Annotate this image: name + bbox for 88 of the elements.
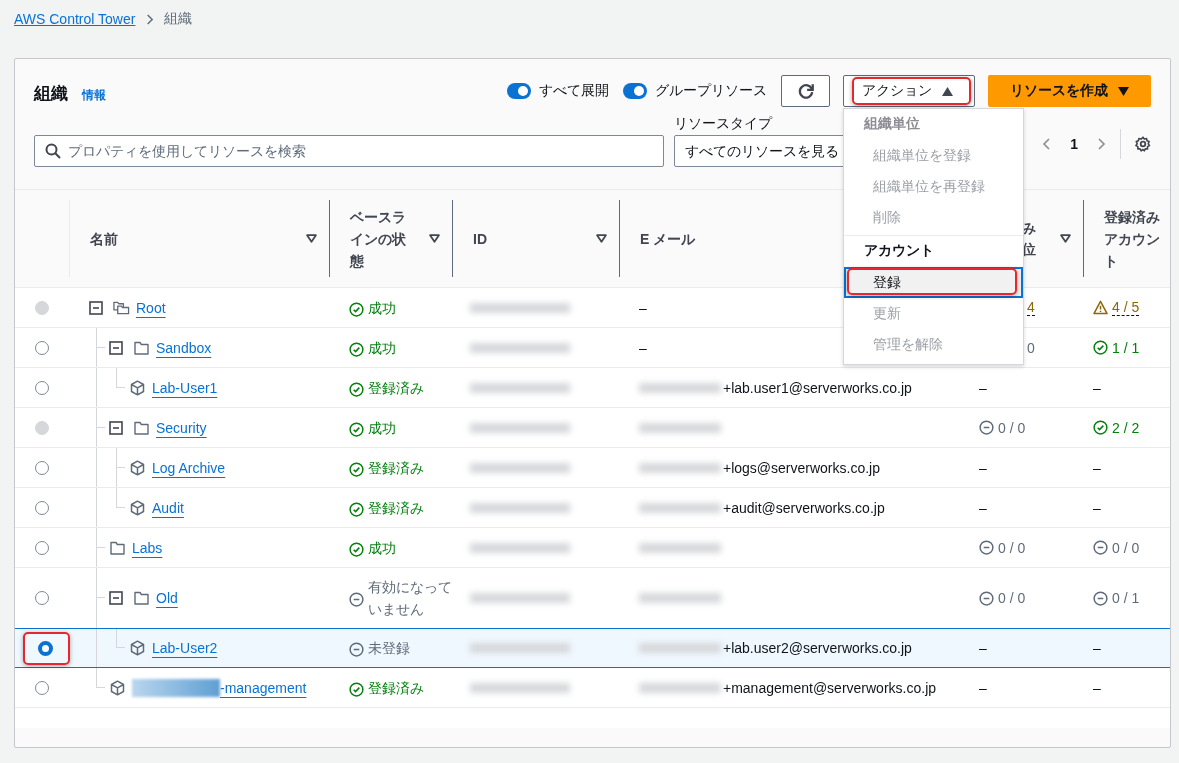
count-text: 0 / 0 (1112, 539, 1140, 556)
search-icon (45, 143, 61, 159)
email-text: – (639, 299, 647, 316)
breadcrumb-current: 組織 (164, 10, 193, 28)
check-circle-icon (349, 301, 364, 317)
status-text: 登録済み (368, 378, 424, 398)
check-circle-icon (349, 541, 364, 557)
filter-caret-icon[interactable] (1060, 234, 1071, 243)
email-text: – (639, 339, 647, 356)
count-text: 2 / 2 (1112, 419, 1140, 436)
count-text: 4 / 5 (1112, 299, 1140, 316)
toggle-label: すべて展開 (539, 82, 609, 100)
column-header[interactable]: 登録済みアカウント (1104, 205, 1160, 272)
toggle-switch[interactable] (623, 83, 647, 99)
filter-caret-icon[interactable] (596, 234, 607, 243)
chevron-right-icon (145, 12, 155, 26)
email-text: +logs@serverworks.co.jp (723, 459, 880, 476)
count-text: 0 (1027, 339, 1035, 356)
filter-caret-icon[interactable] (429, 234, 440, 243)
search-field[interactable]: プロパティを使用してリソースを検索 (34, 135, 664, 167)
count-text: – (1093, 379, 1101, 396)
check-circle-icon (349, 461, 364, 477)
toggle-label: グループリソース (655, 82, 767, 100)
status-text: 成功 (368, 338, 396, 358)
minus-circle-icon (979, 590, 994, 606)
count-text: 0 / 1 (1112, 590, 1140, 606)
minus-circle-icon (979, 420, 994, 435)
minus-circle-icon (1093, 540, 1108, 555)
caret-down-icon (1118, 86, 1129, 96)
status-text: 登録済み (368, 678, 424, 698)
check-circle-icon (349, 501, 364, 517)
count-text: 0 / 0 (998, 590, 1026, 606)
chevron-right-icon[interactable] (1096, 137, 1106, 151)
email-text: +audit@serverworks.co.jp (723, 499, 885, 516)
toggle-switch[interactable] (507, 83, 531, 99)
status-text: 登録済み (368, 458, 424, 478)
filter-caret-icon[interactable] (306, 234, 317, 243)
actions-button[interactable]: アクション (843, 75, 975, 107)
count-text: – (979, 499, 987, 516)
status-text: 未登録 (368, 639, 410, 658)
minus-circle-icon (349, 592, 364, 607)
count-text: – (979, 459, 987, 476)
check-circle-icon (349, 681, 364, 697)
status-text: 登録済み (368, 498, 424, 518)
minus-circle-icon (349, 642, 364, 657)
count-text: 0 / 0 (998, 539, 1026, 556)
email-text: +lab.user2@serverworks.co.jp (723, 640, 912, 656)
menu-group-label: 組織単位 (862, 114, 921, 133)
check-circle-icon (349, 421, 364, 437)
check-circle-icon (349, 341, 364, 357)
count-text: 1 / 1 (1112, 339, 1140, 356)
status-text: 成功 (368, 298, 396, 318)
minus-circle-icon (1093, 590, 1108, 606)
settings-icon[interactable] (1135, 136, 1151, 152)
column-header[interactable]: E メール (640, 227, 696, 250)
breadcrumb-link[interactable]: AWS Control Tower (14, 11, 136, 27)
check-circle-icon (1093, 340, 1108, 355)
count-text: – (1093, 679, 1101, 696)
status-text: 有効になっていません (368, 578, 452, 619)
panel-title: 組織 (34, 82, 68, 105)
info-link[interactable]: 情報 (82, 86, 106, 104)
chevron-left-icon[interactable] (1042, 137, 1053, 151)
warning-icon (1093, 300, 1108, 315)
status-text: 成功 (368, 538, 396, 558)
count-text: 0 / 0 (998, 419, 1026, 436)
caret-up-icon (942, 86, 953, 96)
email-text: +lab.user1@serverworks.co.jp (723, 379, 912, 396)
count-text: – (979, 379, 987, 396)
count-text: – (1093, 499, 1101, 516)
count-text: – (979, 679, 987, 696)
email-text: +management@serverworks.co.jp (723, 679, 937, 696)
refresh-button[interactable] (781, 75, 830, 107)
count-text: – (979, 640, 987, 656)
column-header[interactable]: 名前 (90, 227, 118, 250)
page-number[interactable]: 1 (1070, 136, 1078, 152)
minus-circle-icon (979, 540, 994, 555)
check-circle-icon (349, 381, 364, 397)
status-text: 成功 (368, 418, 396, 438)
create-resource-button[interactable]: リソースを作成 (988, 75, 1151, 107)
menu-item[interactable]: 登録 (844, 267, 1023, 298)
count-text: 4 (1027, 299, 1035, 316)
field-label: リソースタイプ (674, 115, 774, 133)
column-header[interactable]: ID (473, 227, 487, 250)
count-text: – (1093, 640, 1101, 656)
refresh-icon (796, 82, 815, 100)
count-text: – (1093, 459, 1101, 476)
column-header[interactable]: ベースラインの状態 (350, 205, 412, 272)
check-circle-icon (1093, 420, 1108, 435)
